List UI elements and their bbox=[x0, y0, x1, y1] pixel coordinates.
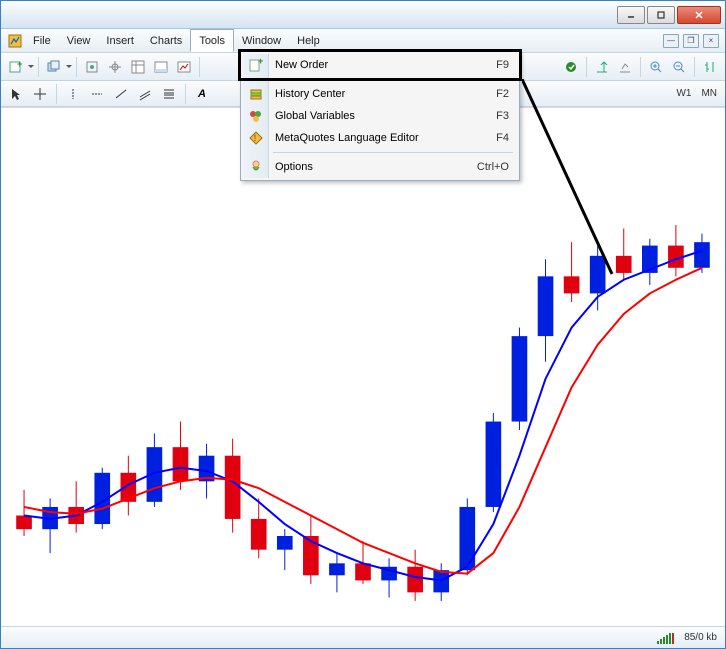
svg-text:!: ! bbox=[254, 133, 257, 143]
mdi-minimize-button[interactable]: — bbox=[663, 34, 679, 48]
mdi-restore-button[interactable]: ❐ bbox=[683, 34, 699, 48]
equidistant-channel-tool[interactable] bbox=[134, 83, 156, 105]
options-icon bbox=[247, 158, 265, 176]
text-tool[interactable]: A bbox=[191, 83, 213, 105]
new-chart-button[interactable]: + bbox=[5, 56, 27, 78]
editor-icon: ! bbox=[247, 129, 265, 147]
fibonacci-tool[interactable] bbox=[158, 83, 180, 105]
autoscroll-button[interactable] bbox=[614, 56, 636, 78]
new-chart-dropdown[interactable] bbox=[28, 65, 34, 68]
chart-area[interactable] bbox=[1, 107, 725, 626]
zoom-in-button[interactable] bbox=[645, 56, 667, 78]
svg-text:+: + bbox=[17, 59, 22, 69]
menu-item-label: History Center bbox=[275, 88, 345, 100]
data-window-toggle[interactable] bbox=[127, 56, 149, 78]
menu-item-shortcut: Ctrl+O bbox=[477, 161, 509, 173]
menu-history-center[interactable]: History Center F2 bbox=[243, 83, 517, 105]
close-window-button[interactable] bbox=[677, 6, 721, 24]
strategy-tester-toggle[interactable] bbox=[173, 56, 195, 78]
vertical-line-tool[interactable] bbox=[62, 83, 84, 105]
globals-icon bbox=[247, 107, 265, 125]
zoom-out-button[interactable] bbox=[668, 56, 690, 78]
tools-dropdown-menu: + New Order F9 History Center F2 Global … bbox=[240, 51, 520, 181]
menu-charts[interactable]: Charts bbox=[142, 29, 190, 52]
menu-tools[interactable]: Tools bbox=[190, 29, 234, 52]
terminal-toggle[interactable] bbox=[150, 56, 172, 78]
menu-options[interactable]: Options Ctrl+O bbox=[243, 156, 517, 178]
svg-text:+: + bbox=[258, 57, 263, 66]
crosshair-tool[interactable] bbox=[29, 83, 51, 105]
market-watch-toggle[interactable] bbox=[81, 56, 103, 78]
titlebar bbox=[1, 1, 725, 29]
horizontal-line-tool[interactable] bbox=[86, 83, 108, 105]
menu-item-shortcut: F3 bbox=[496, 110, 509, 122]
shift-chart-button[interactable] bbox=[591, 56, 613, 78]
timeframe-w1[interactable]: W1 bbox=[672, 88, 695, 99]
profiles-dropdown[interactable] bbox=[66, 65, 72, 68]
mdi-controls: — ❐ × bbox=[663, 29, 725, 52]
chart-type-bar-button[interactable] bbox=[699, 56, 721, 78]
menu-new-order[interactable]: + New Order F9 bbox=[243, 54, 517, 76]
menubar: File View Insert Charts Tools Window Hel… bbox=[1, 29, 725, 53]
app-window: File View Insert Charts Tools Window Hel… bbox=[0, 0, 726, 649]
menu-item-shortcut: F9 bbox=[496, 59, 509, 71]
menu-insert[interactable]: Insert bbox=[98, 29, 142, 52]
menu-help[interactable]: Help bbox=[289, 29, 328, 52]
maximize-window-button[interactable] bbox=[647, 6, 675, 24]
menu-window[interactable]: Window bbox=[234, 29, 289, 52]
minimize-window-button[interactable] bbox=[617, 6, 645, 24]
menu-view[interactable]: View bbox=[59, 29, 99, 52]
autotrade-button[interactable] bbox=[560, 56, 582, 78]
price-chart bbox=[1, 108, 725, 626]
mdi-close-button[interactable]: × bbox=[703, 34, 719, 48]
trendline-tool[interactable] bbox=[110, 83, 132, 105]
status-traffic: 85/0 kb bbox=[684, 632, 717, 643]
menu-file[interactable]: File bbox=[25, 29, 59, 52]
menu-mql-editor[interactable]: ! MetaQuotes Language Editor F4 bbox=[243, 127, 517, 149]
timeframe-mn[interactable]: MN bbox=[697, 88, 721, 99]
menu-global-variables[interactable]: Global Variables F3 bbox=[243, 105, 517, 127]
menu-item-label: MetaQuotes Language Editor bbox=[275, 132, 419, 144]
connection-signal-icon bbox=[657, 632, 674, 644]
app-icon bbox=[5, 29, 25, 52]
navigator-toggle[interactable] bbox=[104, 56, 126, 78]
menu-item-shortcut: F4 bbox=[496, 132, 509, 144]
menu-item-shortcut: F2 bbox=[496, 88, 509, 100]
menu-item-label: Global Variables bbox=[275, 110, 355, 122]
menu-item-label: New Order bbox=[275, 59, 328, 71]
menu-item-label: Options bbox=[275, 161, 313, 173]
profiles-button[interactable] bbox=[43, 56, 65, 78]
cursor-tool[interactable] bbox=[5, 83, 27, 105]
history-icon bbox=[247, 85, 265, 103]
statusbar: 85/0 kb bbox=[1, 626, 725, 648]
new-order-icon: + bbox=[247, 56, 265, 74]
